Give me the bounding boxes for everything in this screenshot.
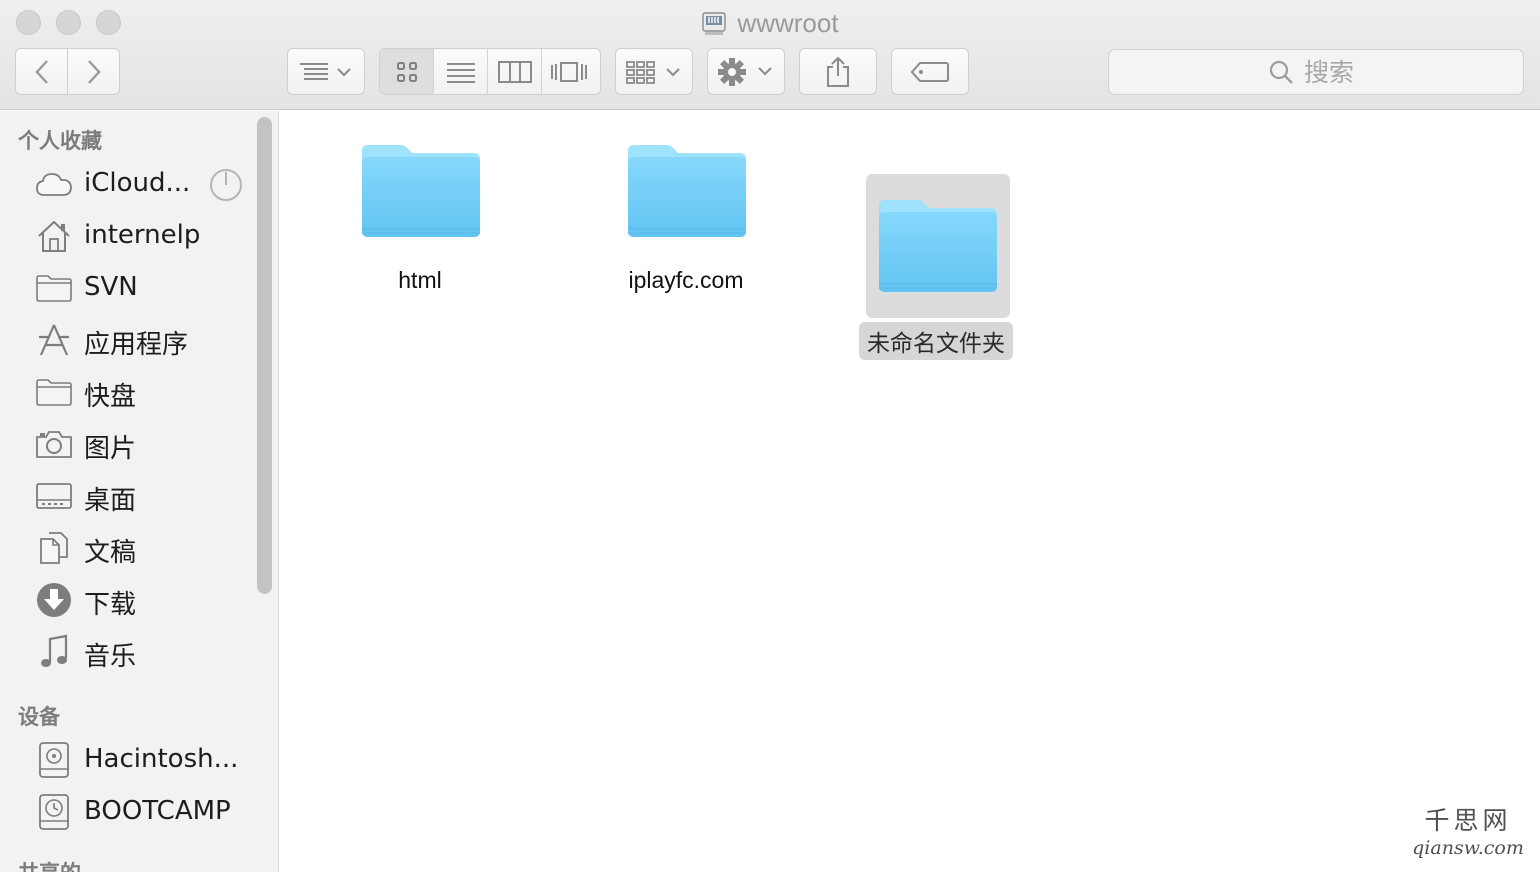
sidebar-item-label: SVN [84,272,138,302]
shared-section-title: 共享的 [18,857,81,872]
cover-flow-icon [551,61,587,82]
sidebar-item-documents[interactable]: 文稿 [0,523,255,571]
folder-icon [36,274,72,302]
download-icon [37,583,71,617]
sidebar-item-icloud[interactable]: iCloud... [0,159,255,207]
forward-button[interactable] [67,48,120,95]
finder-window: wwwroot 搜索 个人收藏 iCloud... internelp SVN … [0,0,1540,872]
sidebar-item-bootcamp[interactable]: BOOTCAMP [0,787,255,835]
cloud-icon [36,173,72,196]
icon-view-button[interactable] [380,49,434,94]
window-title: wwwroot [0,6,1540,40]
network-drive-icon [702,12,727,35]
tag-icon [910,61,949,82]
folder-name: html [398,267,442,293]
sidebar-item-label: 文稿 [84,538,137,568]
watermark-line1: 千思网 [1424,806,1512,835]
sidebar-scrollbar[interactable] [257,117,272,594]
folder-icon [360,141,482,239]
sync-progress-icon [210,169,242,201]
search-input[interactable] [1304,57,1364,87]
sidebar-item-label: 下载 [84,590,137,620]
chevron-left-icon [34,59,48,84]
devices-section-title: 设备 [18,705,60,729]
sidebar-item-label: 音乐 [84,642,137,672]
folder-icon [877,196,999,294]
cover-flow-button[interactable] [542,49,596,94]
folder-name: iplayfc.com [628,267,744,293]
documents-icon [40,532,68,564]
music-note-icon [41,634,68,667]
sidebar-item-label: BOOTCAMP [84,796,231,826]
list-arrange-icon [300,62,351,80]
group-grid-icon [626,60,680,84]
column-view-icon [497,60,532,83]
window-title-text: wwwroot [737,7,839,38]
favorites-section-title: 个人收藏 [18,129,102,153]
folder-item-untitled[interactable]: 未命名文件夹 [859,174,1026,360]
view-mode-control [379,48,601,95]
sidebar-item-svn[interactable]: SVN [0,263,255,311]
sidebar-item-label: Hacintosh... [84,744,239,774]
folder-icon [36,378,72,406]
search-icon [1269,60,1293,84]
chevron-right-icon [87,59,101,84]
tag-button[interactable] [891,48,969,95]
sidebar-item-hacintosh[interactable]: Hacintosh... [0,735,255,783]
file-grid: html iplayfc.com 未命名文件夹 [280,111,1540,872]
sidebar-item-label: 图片 [84,434,137,464]
hard-drive-icon [39,742,69,778]
list-view-icon [446,62,475,83]
camera-icon [36,431,72,458]
back-button[interactable] [15,48,68,95]
group-button[interactable] [615,48,693,95]
sidebar-item-label: 应用程序 [84,330,189,360]
toolbar: wwwroot [0,0,1540,110]
sidebar-item-desktop[interactable]: 桌面 [0,471,255,519]
share-icon [827,56,849,87]
folder-name: 未命名文件夹 [859,322,1013,360]
sidebar-item-applications[interactable]: 应用程序 [0,315,255,363]
folder-icon [626,141,748,239]
folder-item-iplayfc[interactable]: iplayfc.com [616,141,756,301]
list-view-button[interactable] [434,49,488,94]
share-button[interactable] [799,48,877,95]
sidebar-item-pictures[interactable]: 图片 [0,419,255,467]
sidebar-item-label: 桌面 [84,486,137,516]
search-field[interactable] [1108,49,1524,95]
home-icon [38,220,70,252]
folder-item-html[interactable]: html [358,141,482,301]
applications-icon [39,324,69,356]
action-button[interactable] [707,48,785,95]
sidebar-item-music[interactable]: 音乐 [0,627,255,675]
watermark-line2: qiansw.com [1412,837,1524,859]
gear-icon [718,57,772,86]
desktop-icon [36,483,72,509]
sidebar-item-label: 快盘 [84,382,137,412]
icon-view-icon [396,61,417,82]
sidebar-item-label: internelp [84,220,201,250]
sidebar-item-downloads[interactable]: 下载 [0,575,255,623]
sidebar-item-home[interactable]: internelp [0,211,255,259]
sidebar-item-kuaipan[interactable]: 快盘 [0,367,255,415]
time-machine-drive-icon [39,794,69,830]
sidebar-item-label: iCloud... [84,168,191,198]
sidebar: 个人收藏 iCloud... internelp SVN 应用程序 快盘 图片 [0,111,279,872]
watermark: 千思网 qiansw.com [1412,806,1524,866]
arrange-button[interactable] [287,48,365,95]
column-view-button[interactable] [488,49,542,94]
